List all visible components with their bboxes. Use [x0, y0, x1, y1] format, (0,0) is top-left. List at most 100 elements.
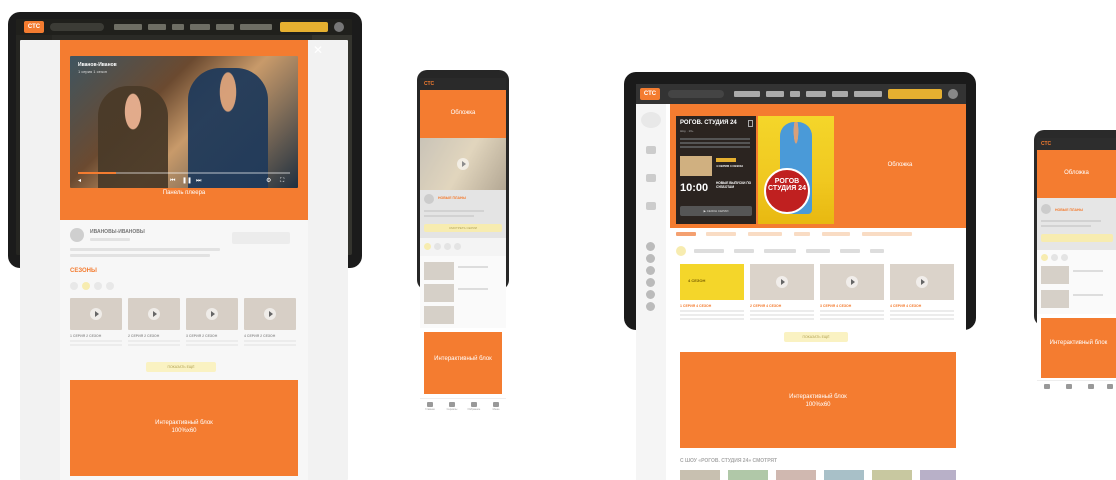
episode-title[interactable]: 2 СЕРИЯ 4 СЕЗОН: [750, 304, 781, 308]
nav-item[interactable]: [148, 24, 166, 30]
season-tab[interactable]: [106, 282, 114, 290]
interactive-block[interactable]: Интерактивный блок: [1041, 318, 1116, 378]
season-tab[interactable]: [444, 243, 451, 250]
interactive-block[interactable]: Интерактивный блок: [424, 332, 502, 394]
home-icon[interactable]: [427, 402, 433, 407]
video-preview[interactable]: [420, 138, 506, 190]
social-icon[interactable]: [646, 290, 655, 299]
season-tab[interactable]: [1061, 254, 1068, 261]
nav-label[interactable]: Сериалы: [442, 408, 462, 411]
nav-label[interactable]: Главная: [420, 408, 440, 411]
show-more-button[interactable]: ПОКАЗАТЬ ЕЩЁ: [146, 362, 216, 372]
nav-item[interactable]: [216, 24, 234, 30]
season-tab-active[interactable]: [82, 282, 90, 290]
avatar[interactable]: [948, 89, 958, 99]
season-tab[interactable]: [94, 282, 102, 290]
nav-item[interactable]: [806, 91, 826, 97]
series-icon[interactable]: [1066, 384, 1072, 389]
tab[interactable]: [822, 232, 850, 236]
episode-thumbnail[interactable]: [1041, 266, 1069, 284]
fullscreen-icon[interactable]: ⛶: [280, 178, 284, 184]
logo[interactable]: СТС: [640, 88, 660, 100]
nav-item[interactable]: [114, 24, 142, 30]
season-tab-active[interactable]: [1041, 254, 1048, 261]
interactive-block[interactable]: Интерактивный блок 100%х60: [680, 352, 956, 448]
season-tab[interactable]: [434, 243, 441, 250]
watch-button[interactable]: [1041, 234, 1113, 242]
progress-bar[interactable]: [78, 172, 290, 174]
search-input[interactable]: [50, 23, 104, 31]
season-tab[interactable]: [840, 249, 860, 253]
episode-thumbnail[interactable]: [128, 298, 180, 330]
episode-thumbnail[interactable]: [424, 306, 454, 324]
video-player[interactable]: Иванов-Иванов 1 серия 1 сезон ◂ ⏮ ❚❚ ⏭ ⚙…: [70, 56, 298, 188]
episode-thumbnail[interactable]: [70, 298, 122, 330]
episode-title[interactable]: 2 СЕРИЯ 2 СЕЗОН: [128, 334, 159, 338]
rewind-icon[interactable]: ⏮: [170, 178, 175, 184]
social-icon[interactable]: [646, 278, 655, 287]
season-tab[interactable]: [1051, 254, 1058, 261]
season-tab[interactable]: [870, 249, 884, 253]
show-title[interactable]: НОВЫЕ ПЛАНЫ: [438, 196, 466, 200]
interactive-block[interactable]: Интерактивный блок 100%х60: [70, 380, 298, 476]
related-show-card[interactable]: [920, 470, 956, 480]
episode-thumbnail[interactable]: 4 СЕЗОН: [680, 264, 744, 300]
tab[interactable]: [748, 232, 782, 236]
related-show-card[interactable]: [776, 470, 816, 480]
series-icon[interactable]: [449, 402, 455, 407]
watch-button[interactable]: СМОТРЕТЬ СЕРИИ: [424, 224, 502, 232]
show-title[interactable]: НОВЫЕ ПЛАНЫ: [1055, 208, 1083, 212]
show-more-button[interactable]: ПОКАЗАТЬ ЕЩЁ: [784, 332, 848, 342]
season-tab[interactable]: [806, 249, 830, 253]
season-tab-active[interactable]: [676, 246, 686, 256]
episode-thumbnail[interactable]: [244, 298, 296, 330]
tab[interactable]: [794, 232, 810, 236]
season-tab[interactable]: [734, 249, 754, 253]
season-tab-active[interactable]: [424, 243, 431, 250]
related-show-card[interactable]: [824, 470, 864, 480]
catalog-icon[interactable]: [646, 146, 656, 154]
nav-label[interactable]: Избранное: [464, 408, 484, 411]
favorites-icon[interactable]: [471, 402, 477, 407]
avatar[interactable]: [334, 22, 344, 32]
episodes-button[interactable]: ▶ СЕЗОН СЕРИИ: [680, 206, 752, 216]
episode-thumbnail[interactable]: [186, 298, 238, 330]
episode-thumbnail[interactable]: [890, 264, 954, 300]
episode-thumbnail[interactable]: [1041, 290, 1069, 308]
volume-icon[interactable]: ◂: [78, 178, 81, 184]
favorites-icon[interactable]: [1088, 384, 1094, 389]
social-icon[interactable]: [646, 266, 655, 275]
home-icon[interactable]: [1044, 384, 1050, 389]
menu-icon[interactable]: [493, 402, 499, 407]
logo[interactable]: СТС: [424, 80, 438, 88]
play-icon[interactable]: [457, 158, 469, 170]
episode-title[interactable]: 4 СЕРИЯ 2 СЕЗОН: [244, 334, 275, 338]
nav-item[interactable]: [734, 91, 760, 97]
episode-title[interactable]: 1 СЕРИЯ 2 СЕЗОН: [70, 334, 101, 338]
nav-label[interactable]: Меню: [486, 408, 506, 411]
search-input[interactable]: [668, 90, 724, 98]
episode-title[interactable]: 3 СЕРИЯ 2 СЕЗОН: [186, 334, 217, 338]
nav-item[interactable]: [790, 91, 800, 97]
nav-item[interactable]: [766, 91, 784, 97]
logo[interactable]: СТС: [1041, 140, 1051, 148]
program-icon[interactable]: [646, 202, 656, 210]
home-icon[interactable]: [641, 112, 661, 128]
tab[interactable]: [706, 232, 736, 236]
social-icon[interactable]: [646, 302, 655, 311]
close-icon[interactable]: ✕: [312, 44, 324, 56]
episode-thumbnail[interactable]: [750, 264, 814, 300]
logo[interactable]: СТС: [24, 21, 44, 33]
related-show-card[interactable]: [680, 470, 720, 480]
season-tab[interactable]: [70, 282, 78, 290]
related-show-card[interactable]: [728, 470, 768, 480]
show-name[interactable]: ИВАНОВЫ-ИВАНОВЫ: [90, 229, 145, 235]
pause-icon[interactable]: ❚❚: [182, 178, 192, 184]
season-tab[interactable]: [694, 249, 724, 253]
watch-button[interactable]: [232, 232, 290, 244]
social-icon[interactable]: [646, 254, 655, 263]
season-tab[interactable]: [454, 243, 461, 250]
season-tab[interactable]: [764, 249, 796, 253]
nav-item[interactable]: [832, 91, 848, 97]
new-episode-label[interactable]: 4 СЕРИЯ 4 СЕЗОН: [716, 164, 743, 168]
